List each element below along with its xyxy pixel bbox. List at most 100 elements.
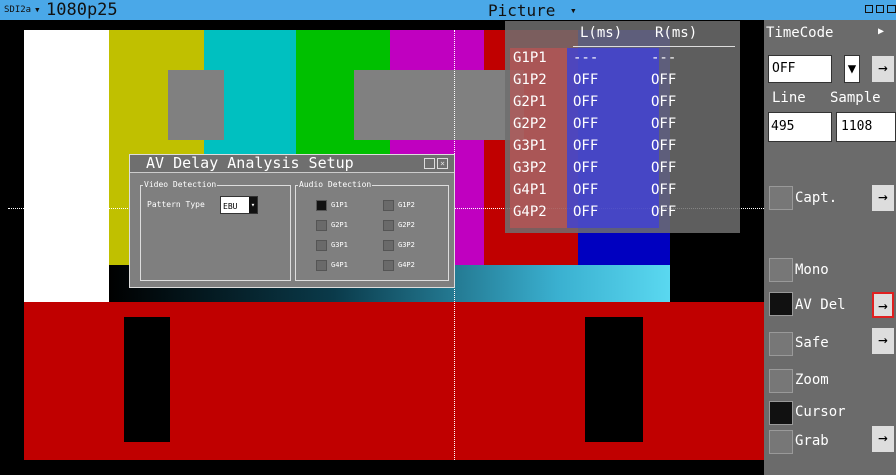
zoom-label: Zoom (795, 372, 829, 388)
sample-field[interactable]: 1108 (836, 112, 896, 142)
cursor-toggle[interactable] (769, 401, 793, 425)
view-mode-label[interactable]: Picture (488, 1, 555, 20)
expand-arrow-icon[interactable]: ▶ (878, 26, 884, 37)
checkbox-label: G3P2 (398, 241, 415, 249)
checkbox-label: G2P1 (331, 221, 348, 229)
timecode-value: OFF (772, 61, 796, 76)
black-marker (585, 317, 643, 442)
checkbox-label: G1P1 (331, 201, 348, 209)
safe-toggle[interactable] (769, 332, 793, 356)
top-bar: SDI2a ▾ 1080p25 Picture ▾ (0, 0, 896, 20)
left-value: OFF (573, 204, 599, 220)
maximize-icon[interactable] (876, 5, 884, 13)
row-label: G4P1 (513, 182, 547, 198)
mono-toggle[interactable] (769, 258, 793, 282)
row-label: G3P1 (513, 138, 547, 154)
av-delay-setup-dialog[interactable]: AV Delay Analysis Setup × Video Detectio… (129, 154, 455, 288)
capture-toggle[interactable] (769, 186, 793, 210)
row-label: G3P2 (513, 160, 547, 176)
row-label: G2P1 (513, 94, 547, 110)
av-delay-toggle[interactable] (769, 292, 793, 316)
arrow-right-icon[interactable]: → (872, 426, 894, 452)
checkbox-g3p1[interactable] (316, 240, 327, 251)
checkbox-label: G3P1 (331, 241, 348, 249)
checkbox-g4p2[interactable] (383, 260, 394, 271)
pattern-type-select[interactable]: EBU ▾ (220, 196, 258, 214)
column-header-right: R(ms) (655, 25, 698, 41)
grab-label: Grab (795, 433, 829, 449)
cursor-label: Cursor (795, 404, 846, 420)
black-marker (124, 317, 170, 442)
checkbox-g4p1[interactable] (316, 260, 327, 271)
right-value: OFF (651, 204, 677, 220)
dialog-title-bar[interactable]: AV Delay Analysis Setup × (130, 154, 454, 173)
left-value: OFF (573, 182, 599, 198)
zoom-toggle[interactable] (769, 369, 793, 393)
audio-detection-group: Audio Detection G1P1 G1P2 G2P1 G2P2 G3P1… (295, 180, 449, 281)
safe-label: Safe (795, 335, 829, 351)
close-icon[interactable] (887, 5, 896, 13)
right-value: --- (651, 50, 677, 66)
color-bar-white (24, 30, 109, 302)
arrow-right-icon[interactable]: → (872, 185, 894, 211)
audio-detection-legend: Audio Detection (298, 180, 373, 189)
arrow-right-icon[interactable]: → (872, 328, 894, 354)
timecode-label: TimeCode (766, 25, 834, 41)
checkbox-g1p2[interactable] (383, 200, 394, 211)
sample-label: Sample (830, 90, 881, 106)
grab-toggle[interactable] (769, 430, 793, 454)
row-label: G1P1 (513, 50, 547, 66)
line-value: 495 (771, 119, 795, 134)
right-value: OFF (651, 182, 677, 198)
timecode-select[interactable]: OFF (768, 55, 832, 83)
view-dropdown-icon[interactable]: ▾ (570, 4, 577, 17)
header-divider (573, 46, 735, 47)
left-value: OFF (573, 160, 599, 176)
video-format-label: 1080p25 (46, 0, 118, 20)
row-label: G4P2 (513, 204, 547, 220)
right-value: OFF (651, 160, 677, 176)
right-value: OFF (651, 94, 677, 110)
dialog-close-icon[interactable]: × (437, 158, 448, 169)
right-control-panel: TimeCode ▶ OFF ▼ → Line Sample 495 1108 … (764, 20, 896, 475)
left-value: OFF (573, 138, 599, 154)
video-detection-legend: Video Detection (143, 180, 218, 189)
av-delay-label: AV Del (795, 297, 846, 313)
checkbox-g3p2[interactable] (383, 240, 394, 251)
line-field[interactable]: 495 (768, 112, 832, 142)
grey-marker (354, 70, 524, 140)
pattern-type-value: EBU (223, 202, 238, 211)
checkbox-label: G2P2 (398, 221, 415, 229)
grey-marker (168, 70, 224, 140)
right-value: OFF (651, 72, 677, 88)
checkbox-g2p1[interactable] (316, 220, 327, 231)
left-value: OFF (573, 72, 599, 88)
av-delay-results-table: L(ms) R(ms) G1P1 --- --- G1P2 OFF OFF G2… (505, 21, 740, 233)
arrow-right-icon[interactable]: → (872, 292, 894, 318)
dialog-title: AV Delay Analysis Setup (146, 154, 354, 172)
input-source-label[interactable]: SDI2a (4, 5, 31, 15)
chevron-down-icon[interactable]: ▾ (249, 197, 257, 213)
checkbox-label: G1P2 (398, 201, 415, 209)
row-label: G1P2 (513, 72, 547, 88)
restore-icon[interactable] (865, 5, 873, 13)
chevron-down-icon[interactable]: ▼ (844, 55, 860, 83)
checkbox-g1p1[interactable] (316, 200, 327, 211)
right-value: OFF (651, 138, 677, 154)
arrow-right-icon[interactable]: → (872, 56, 894, 82)
pattern-type-label: Pattern Type (147, 200, 205, 209)
left-value: OFF (573, 94, 599, 110)
checkbox-label: G4P2 (398, 261, 415, 269)
dialog-restore-icon[interactable] (424, 158, 435, 169)
video-detection-group: Video Detection Pattern Type EBU ▾ (140, 180, 291, 281)
left-value: --- (573, 50, 599, 66)
sample-value: 1108 (841, 119, 873, 134)
capture-label: Capt. (795, 190, 838, 206)
checkbox-label: G4P1 (331, 261, 348, 269)
column-header-left: L(ms) (580, 25, 623, 41)
source-dropdown-icon[interactable]: ▾ (34, 3, 41, 16)
left-value: OFF (573, 116, 599, 132)
checkbox-g2p2[interactable] (383, 220, 394, 231)
right-value: OFF (651, 116, 677, 132)
row-label: G2P2 (513, 116, 547, 132)
